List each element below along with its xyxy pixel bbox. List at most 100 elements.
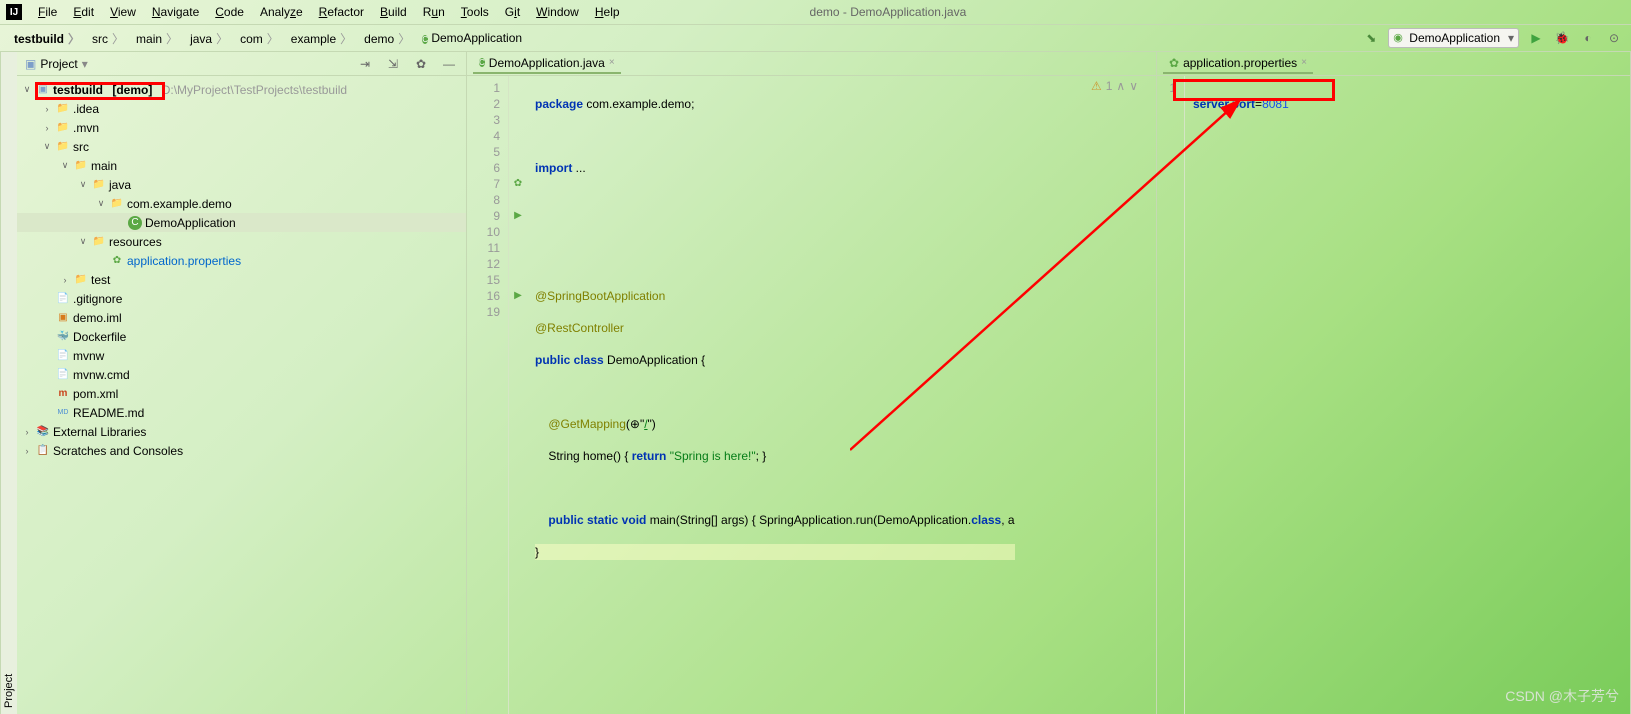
menu-navigate[interactable]: Navigate (146, 3, 205, 21)
editor-right: ✿application.properties× 1 server.port=8… (1157, 52, 1631, 714)
breadcrumb[interactable]: com (234, 30, 285, 47)
editor-tab-java[interactable]: CDemoApplication.java× (473, 54, 621, 74)
run-icon[interactable]: ▶ (1527, 29, 1545, 47)
close-tab-icon[interactable]: × (1301, 57, 1307, 68)
menu-tools[interactable]: Tools (455, 3, 495, 21)
tree-class-selected[interactable]: CDemoApplication (17, 213, 466, 232)
tree-folder-main[interactable]: ∨📁main (17, 156, 466, 175)
tree-folder-src[interactable]: ∨📁src (17, 137, 466, 156)
breadcrumb[interactable]: example (285, 30, 358, 47)
coverage-icon[interactable]: ◐ (1579, 29, 1597, 47)
close-tab-icon[interactable]: × (609, 57, 615, 68)
menu-build[interactable]: Build (374, 3, 413, 21)
menu-code[interactable]: Code (209, 3, 250, 21)
tree-folder-test[interactable]: ›📁test (17, 270, 466, 289)
code-content[interactable]: package com.example.demo; import ... @Sp… (527, 76, 1015, 714)
select-open-file-icon[interactable]: ⇥ (356, 55, 374, 73)
tree-folder[interactable]: ›📁.idea (17, 99, 466, 118)
settings-gear-icon[interactable]: ✿ (412, 55, 430, 73)
inspection-hint[interactable]: ⚠1 ∧ ∨ (1091, 78, 1138, 94)
tree-file[interactable]: 🐳Dockerfile (17, 327, 466, 346)
code-editor-properties[interactable]: 1 server.port=8081 (1157, 76, 1630, 714)
code-content[interactable]: server.port=8081 (1185, 76, 1289, 714)
folder-icon: 📁 (56, 121, 70, 135)
run-gutter-icon: ▶ (509, 288, 527, 304)
breadcrumb-root[interactable]: testbuild (8, 30, 86, 47)
file-icon: 📄 (56, 349, 70, 363)
tree-folder[interactable]: ›📁.mvn (17, 118, 466, 137)
run-config-select[interactable]: DemoApplication (1388, 28, 1519, 48)
navigation-bar: testbuild src main java com example demo… (0, 24, 1631, 52)
hide-panel-icon[interactable]: — (440, 55, 458, 73)
maven-icon: m (56, 387, 70, 401)
folder-icon: 📁 (56, 140, 70, 154)
breadcrumb[interactable]: src (86, 30, 130, 47)
tree-external-libraries[interactable]: ›📚External Libraries (17, 422, 466, 441)
menu-edit[interactable]: Edit (67, 3, 100, 21)
library-icon: 📚 (36, 425, 50, 439)
class-icon: C (479, 58, 485, 67)
class-icon: C (422, 35, 428, 44)
module-icon: ▣ (36, 83, 50, 97)
line-gutter: 1 (1157, 76, 1185, 714)
file-icon: 📄 (56, 368, 70, 382)
line-gutter: 123456789101112151619 (467, 76, 509, 714)
gutter-icons: ✿▶▶ (509, 76, 527, 714)
package-icon: 📁 (110, 197, 124, 211)
project-view-title[interactable]: Project (40, 57, 77, 71)
folder-icon: 📁 (56, 102, 70, 116)
scratches-icon: 📋 (36, 444, 50, 458)
tree-properties-file[interactable]: ✿application.properties (17, 251, 466, 270)
menu-view[interactable]: View (104, 3, 142, 21)
markdown-icon: MD (56, 406, 70, 420)
folder-icon: 📁 (74, 159, 88, 173)
tree-package[interactable]: ∨📁com.example.demo (17, 194, 466, 213)
spring-gutter-icon: ✿ (509, 176, 527, 192)
tree-folder-java[interactable]: ∨📁java (17, 175, 466, 194)
class-icon: C (128, 216, 142, 230)
debug-icon[interactable]: 🐞 (1553, 29, 1571, 47)
menu-git[interactable]: Git (499, 3, 526, 21)
project-tool-tab[interactable]: Project (0, 52, 17, 714)
project-panel-header: ▣ Project ▾ ⇥ ⇲ ✿ — (17, 52, 466, 76)
watermark: CSDN @木子芳兮 (1505, 686, 1619, 706)
breadcrumb[interactable]: java (184, 30, 234, 47)
tree-root[interactable]: ∨▣testbuild [demo] D:\MyProject\TestProj… (17, 80, 466, 99)
expand-all-icon[interactable]: ⇲ (384, 55, 402, 73)
resources-folder-icon: 📁 (92, 235, 106, 249)
project-panel: ▣ Project ▾ ⇥ ⇲ ✿ — ∨▣testbuild [demo] D… (17, 52, 467, 714)
menu-analyze[interactable]: Analyze (254, 3, 309, 21)
window-title: demo - DemoApplication.java (810, 5, 967, 19)
tree-scratches[interactable]: ›📋Scratches and Consoles (17, 441, 466, 460)
tree-file[interactable]: 📄.gitignore (17, 289, 466, 308)
tree-file[interactable]: 📄mvnw (17, 346, 466, 365)
tree-file[interactable]: ▣demo.iml (17, 308, 466, 327)
app-logo-icon: IJ (6, 4, 22, 20)
tree-folder-resources[interactable]: ∨📁resources (17, 232, 466, 251)
menu-help[interactable]: Help (589, 3, 626, 21)
editor-tab-properties[interactable]: ✿application.properties× (1163, 54, 1313, 74)
docker-icon: 🐳 (56, 330, 70, 344)
editor-left: CDemoApplication.java× 12345678910111215… (467, 52, 1157, 714)
file-icon: 📄 (56, 292, 70, 306)
breadcrumb[interactable]: main (130, 30, 184, 47)
build-icon[interactable]: ⬊ (1362, 29, 1380, 47)
breadcrumb-file[interactable]: C DemoApplication (416, 31, 532, 45)
menu-file[interactable]: File (32, 3, 63, 21)
tree-file[interactable]: MDREADME.md (17, 403, 466, 422)
tree-file[interactable]: mpom.xml (17, 384, 466, 403)
project-icon: ▣ (25, 57, 36, 71)
menu-bar: IJ File Edit View Navigate Code Analyze … (0, 0, 1631, 24)
project-tree[interactable]: ∨▣testbuild [demo] D:\MyProject\TestProj… (17, 76, 466, 464)
profile-icon[interactable]: ⊙ (1605, 29, 1623, 47)
menu-window[interactable]: Window (530, 3, 585, 21)
spring-icon: ✿ (110, 254, 124, 268)
spring-icon: ✿ (1169, 56, 1179, 70)
menu-run[interactable]: Run (417, 3, 451, 21)
breadcrumb[interactable]: demo (358, 30, 416, 47)
code-editor-java[interactable]: 123456789101112151619 ✿▶▶ package com.ex… (467, 76, 1156, 714)
folder-icon: 📁 (74, 273, 88, 287)
iml-icon: ▣ (56, 311, 70, 325)
menu-refactor[interactable]: Refactor (313, 3, 370, 21)
tree-file[interactable]: 📄mvnw.cmd (17, 365, 466, 384)
